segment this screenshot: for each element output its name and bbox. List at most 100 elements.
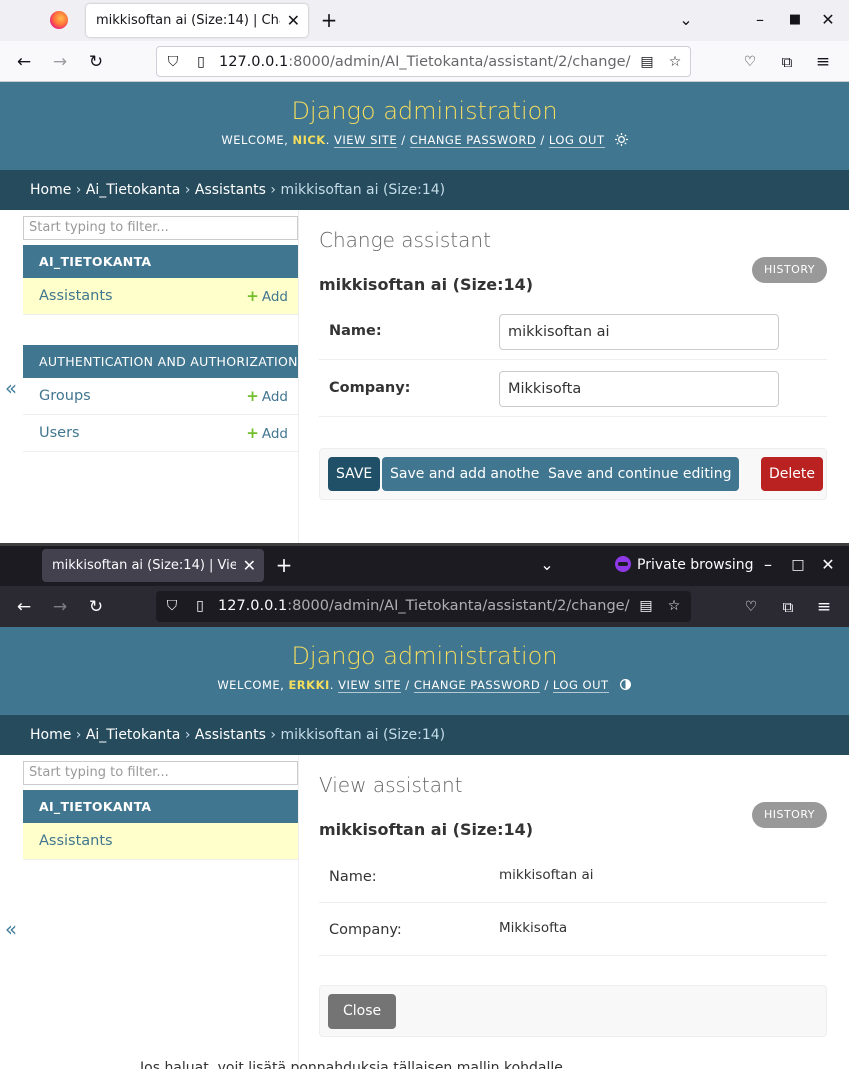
breadcrumb-app[interactable]: Ai_Tietokanta: [86, 182, 181, 198]
contrast-icon[interactable]: [619, 678, 632, 691]
page-icon[interactable]: ▯: [191, 47, 211, 76]
log-out-link[interactable]: LOG OUT: [548, 133, 605, 148]
new-tab-icon[interactable]: +: [319, 10, 339, 30]
username: ERKKI: [288, 678, 330, 692]
form-row-name: Name: mikkisoftan ai: [319, 850, 827, 903]
app-caption-ai-tietokanta[interactable]: AI_TIETOKANTA: [23, 245, 298, 278]
save-and-add-another-button[interactable]: Save and add another: [382, 457, 554, 491]
browser-tab[interactable]: mikkisoftan ai (Size:14) | Change assist…: [86, 4, 308, 37]
change-password-link[interactable]: CHANGE PASSWORD: [409, 133, 537, 148]
url-path: :8000/admin/AI_Tietokanta/assistant/2/ch…: [287, 598, 630, 614]
sidebar-toggle-icon[interactable]: «: [0, 376, 22, 400]
forward-icon[interactable]: →: [49, 596, 71, 618]
forward-icon[interactable]: →: [49, 51, 71, 73]
shield-icon[interactable]: ⛉: [162, 591, 182, 622]
add-assistant-link[interactable]: + Add: [246, 278, 288, 315]
minimize-icon[interactable]: –: [758, 555, 778, 575]
shield-icon[interactable]: ⛉: [163, 47, 183, 76]
url-host: 127.0.0.1: [218, 598, 288, 614]
maximize-icon[interactable]: ■: [785, 10, 805, 30]
site-title[interactable]: Django administration: [0, 627, 849, 671]
pocket-icon[interactable]: ♡: [739, 51, 761, 73]
menu-icon[interactable]: ≡: [812, 51, 834, 73]
extensions-icon[interactable]: ⧉: [777, 596, 799, 618]
form-row-company: Company: Mikkisofta: [319, 903, 827, 956]
submit-row: Close: [319, 985, 827, 1037]
name-value: mikkisoftan ai: [499, 867, 594, 883]
breadcrumb-model[interactable]: Assistants: [195, 182, 266, 198]
maximize-icon[interactable]: □: [788, 555, 808, 575]
admin-main: « Start typing to filter... AI_TIETOKANT…: [0, 755, 849, 1069]
save-button[interactable]: SAVE: [328, 457, 381, 491]
name-label: Name:: [329, 323, 382, 339]
close-button[interactable]: Close: [328, 994, 397, 1029]
sidebar-link-assistants[interactable]: Assistants: [39, 288, 113, 304]
breadcrumb-model[interactable]: Assistants: [195, 727, 266, 743]
user-tools: WELCOME, NICK. VIEW SITE / CHANGE PASSWO…: [0, 133, 849, 148]
url-bar[interactable]: ⛉ ▯ 127.0.0.1:8000/admin/AI_Tietokanta/a…: [156, 46, 691, 77]
company-label: Company:: [329, 922, 402, 938]
back-icon[interactable]: ←: [13, 596, 35, 618]
minimize-icon[interactable]: –: [750, 10, 770, 30]
new-tab-icon[interactable]: +: [274, 555, 294, 575]
reader-view-icon[interactable]: ▤: [637, 47, 657, 76]
reader-view-icon[interactable]: ▤: [636, 591, 656, 622]
page-title: Change assistant: [319, 228, 491, 252]
breadcrumb: Home › Ai_Tietokanta › Assistants › mikk…: [0, 715, 849, 755]
close-window-icon[interactable]: ✕: [818, 555, 838, 575]
delete-button[interactable]: Delete: [761, 457, 823, 491]
add-user-link[interactable]: + Add: [246, 415, 288, 452]
nav-sidebar: Start typing to filter... AI_TIETOKANTA …: [22, 210, 299, 545]
add-group-link[interactable]: + Add: [246, 378, 288, 415]
history-button[interactable]: HISTORY: [751, 802, 827, 828]
app-caption-ai-tietokanta[interactable]: AI_TIETOKANTA: [23, 790, 298, 823]
bookmark-star-icon[interactable]: ☆: [665, 47, 685, 76]
log-out-link[interactable]: LOG OUT: [552, 678, 609, 693]
reload-icon[interactable]: ↻: [85, 51, 107, 73]
back-icon[interactable]: ←: [13, 51, 35, 73]
list-tabs-icon[interactable]: ⌄: [676, 10, 696, 30]
browser-tab[interactable]: mikkisoftan ai (Size:14) | View assistan…: [42, 549, 264, 582]
change-password-link[interactable]: CHANGE PASSWORD: [413, 678, 541, 693]
tab-title: mikkisoftan ai (Size:14) | View assistan…: [52, 558, 236, 573]
breadcrumb-app[interactable]: Ai_Tietokanta: [86, 727, 181, 743]
view-site-link[interactable]: VIEW SITE: [338, 678, 402, 693]
bookmark-star-icon[interactable]: ☆: [664, 591, 684, 622]
extensions-icon[interactable]: ⧉: [776, 51, 798, 73]
sun-icon[interactable]: [614, 133, 628, 146]
name-field[interactable]: mikkisoftan ai: [499, 314, 779, 350]
breadcrumb-home[interactable]: Home: [30, 182, 71, 198]
sidebar-filter-input[interactable]: Start typing to filter...: [23, 761, 298, 785]
site-title[interactable]: Django administration: [0, 82, 849, 126]
sidebar-toggle-icon[interactable]: «: [0, 917, 22, 941]
url-bar[interactable]: ⛉ ▯ 127.0.0.1:8000/admin/AI_Tietokanta/a…: [156, 591, 691, 622]
company-field[interactable]: Mikkisofta: [499, 371, 779, 407]
save-and-continue-button[interactable]: Save and continue editing: [540, 457, 740, 491]
close-tab-icon[interactable]: ✕: [287, 4, 300, 37]
menu-icon[interactable]: ≡: [813, 596, 835, 618]
object-title: mikkisoftan ai (Size:14): [319, 275, 534, 294]
sidebar-filter-input[interactable]: Start typing to filter...: [23, 216, 298, 240]
breadcrumb-home[interactable]: Home: [30, 727, 71, 743]
app-caption-auth[interactable]: AUTHENTICATION AND AUTHORIZATION: [23, 345, 298, 378]
nav-sidebar: Start typing to filter... AI_TIETOKANTA …: [22, 755, 299, 1069]
plus-icon: +: [246, 287, 259, 305]
firefox-icon[interactable]: [50, 11, 68, 29]
sidebar-item-groups: Groups + Add: [23, 378, 298, 415]
admin-header: Django administration WELCOME, ERKKI. VI…: [0, 627, 849, 715]
close-window-icon[interactable]: ✕: [818, 10, 838, 30]
close-tab-icon[interactable]: ✕: [243, 549, 256, 582]
tab-title: mikkisoftan ai (Size:14) | Change assist…: [96, 13, 280, 28]
sidebar-link-users[interactable]: Users: [39, 425, 80, 441]
underlying-page-text: Jos haluat, voit lisätä ponnahduksia täl…: [140, 1060, 563, 1069]
view-site-link[interactable]: VIEW SITE: [334, 133, 398, 148]
list-tabs-icon[interactable]: ⌄: [537, 555, 557, 575]
browser-window-admin: mikkisoftan ai (Size:14) | Change assist…: [0, 0, 849, 545]
sidebar-link-assistants[interactable]: Assistants: [39, 833, 113, 849]
pocket-icon[interactable]: ♡: [740, 596, 762, 618]
reload-icon[interactable]: ↻: [85, 596, 107, 618]
object-title: mikkisoftan ai (Size:14): [319, 820, 534, 839]
page-icon[interactable]: ▯: [190, 591, 210, 622]
history-button[interactable]: HISTORY: [751, 257, 827, 283]
sidebar-link-groups[interactable]: Groups: [39, 388, 91, 404]
